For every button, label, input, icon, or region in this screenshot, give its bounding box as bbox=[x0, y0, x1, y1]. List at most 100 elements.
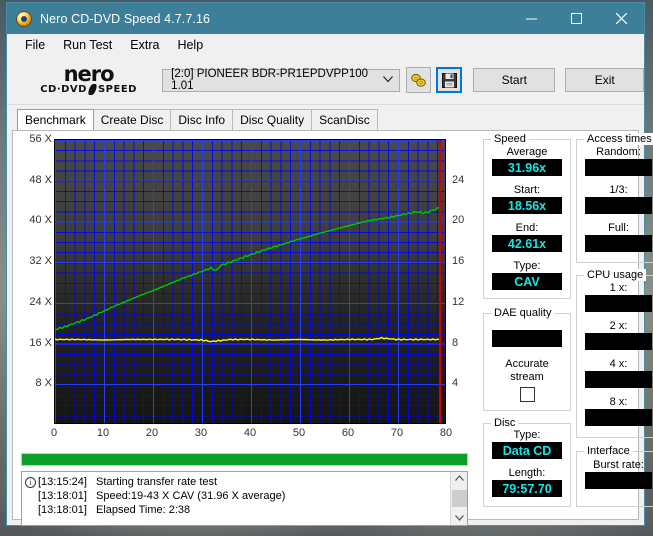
dae-quality-value bbox=[492, 330, 562, 347]
y-axis-tick-label: 8 X bbox=[35, 377, 52, 390]
menu-bar: File Run Test Extra Help bbox=[7, 34, 644, 56]
y2-axis-tick-label: 20 bbox=[452, 214, 465, 227]
log-line: [13:15:24] Starting transfer rate test bbox=[25, 475, 450, 490]
x-axis-tick-label: 70 bbox=[390, 427, 404, 439]
scroll-up-icon[interactable] bbox=[454, 474, 464, 483]
speed-type-label: Type: bbox=[513, 260, 541, 272]
cpu-8x-value bbox=[585, 409, 652, 426]
disc-type-label: Type: bbox=[513, 429, 541, 441]
y-axis-tick-label: 32 X bbox=[29, 255, 52, 268]
access-third-value bbox=[585, 197, 652, 214]
log-lines: [13:15:24] Starting transfer rate test [… bbox=[22, 472, 450, 525]
y2-axis-tick-label: 8 bbox=[452, 336, 459, 349]
end-of-disc-marker bbox=[438, 140, 441, 423]
speed-type-value: CAV bbox=[492, 273, 562, 290]
maximize-button[interactable] bbox=[554, 3, 599, 34]
speed-start-value: 18.56x bbox=[492, 197, 562, 214]
x-axis-labels: 0 10 20 30 40 50 60 70 80 bbox=[50, 427, 452, 445]
x-axis-tick-label: 30 bbox=[194, 427, 208, 439]
progress-bar-fill bbox=[22, 454, 467, 465]
access-times-title: Access times bbox=[584, 133, 653, 145]
scrollbar-thumb[interactable] bbox=[451, 490, 467, 507]
speed-average-label: Average bbox=[506, 146, 548, 158]
tab-scandisc[interactable]: ScanDisc bbox=[311, 109, 378, 130]
tab-benchmark[interactable]: Benchmark bbox=[17, 109, 94, 130]
disc-length-label: Length: bbox=[508, 467, 546, 479]
save-floppy-icon bbox=[441, 72, 457, 88]
disc-group: Disc Type: Data CD Length: 79:57.70 bbox=[483, 417, 571, 507]
drive-select[interactable]: [2:0] PIONEER BDR-PR1EPDVPP100 1.01 bbox=[162, 68, 400, 92]
exit-button[interactable]: Exit bbox=[565, 68, 645, 92]
access-third-label: 1/3: bbox=[609, 184, 628, 196]
chevron-down-icon bbox=[382, 75, 393, 86]
x-axis-tick-label: 0 bbox=[50, 427, 58, 439]
y2-axis-tick-label: 4 bbox=[452, 377, 459, 390]
log-time: [13:18:01] bbox=[38, 490, 87, 502]
accurate-stream-checkbox[interactable] bbox=[519, 387, 535, 402]
menu-item-file[interactable]: File bbox=[16, 36, 54, 54]
speed-group: Speed Average 31.96x Start: 18.56x End: … bbox=[483, 133, 571, 299]
y-axis-tick-label: 24 X bbox=[29, 295, 52, 308]
x-axis-tick-label: 50 bbox=[292, 427, 306, 439]
benchmark-chart: 8 X 16 X 24 X 32 X 40 X 48 X 56 X 4 8 12 16 20 24 0… bbox=[19, 133, 479, 451]
close-button[interactable] bbox=[599, 3, 644, 34]
minimize-button[interactable] bbox=[509, 3, 554, 34]
cpu-usage-group: CPU usage 1 x: 2 x: 4 x: 8 x: bbox=[576, 269, 653, 438]
logo-brand: nero bbox=[63, 61, 115, 86]
tab-create-disc[interactable]: Create Disc bbox=[92, 109, 172, 130]
y-axis-tick-label: 56 X bbox=[29, 133, 52, 145]
log-text: Elapsed Time: 2:38 bbox=[96, 504, 191, 516]
burst-rate-label: Burst rate: bbox=[593, 459, 644, 471]
speed-group-title: Speed bbox=[491, 133, 529, 145]
maximize-icon bbox=[571, 13, 582, 24]
eject-disc-button[interactable] bbox=[405, 67, 432, 93]
window-title: Nero CD-DVD Speed 4.7.7.16 bbox=[40, 11, 211, 26]
menu-item-extra[interactable]: Extra bbox=[121, 36, 168, 54]
log-panel[interactable]: [13:15:24] Starting transfer rate test [… bbox=[21, 471, 468, 526]
burst-rate-value bbox=[585, 472, 652, 489]
log-scrollbar[interactable] bbox=[450, 472, 467, 525]
save-button[interactable] bbox=[436, 67, 463, 93]
tab-disc-quality[interactable]: Disc Quality bbox=[232, 109, 313, 130]
access-random-value bbox=[585, 159, 652, 176]
logo-right-text: SPEED bbox=[97, 83, 137, 95]
disc-slash-icon bbox=[87, 84, 98, 95]
nero-logo: nero CD·DVD SPEED bbox=[15, 61, 162, 96]
toolbar: nero CD·DVD SPEED [2:0] PIONEER BDR-PR1E… bbox=[7, 56, 645, 105]
dae-quality-title: DAE quality bbox=[491, 307, 555, 319]
cpu-4x-value bbox=[585, 371, 652, 388]
log-line: [13:18:01] Speed:19-43 X CAV (31.96 X av… bbox=[25, 489, 450, 503]
scroll-down-icon[interactable] bbox=[454, 514, 464, 523]
drive-select-value: [2:0] PIONEER BDR-PR1EPDVPP100 1.01 bbox=[171, 68, 369, 92]
tab-disc-info[interactable]: Disc Info bbox=[170, 109, 234, 130]
x-axis-tick-label: 40 bbox=[243, 427, 257, 439]
benchmark-panel: 8 X 16 X 24 X 32 X 40 X 48 X 56 X 4 8 12 16 20 24 0… bbox=[12, 130, 653, 526]
accurate-stream-label-line1: Accurate bbox=[505, 358, 549, 370]
menu-item-help[interactable]: Help bbox=[168, 36, 212, 54]
logo-left-text: CD·DVD bbox=[40, 83, 87, 95]
y2-axis-tick-label: 16 bbox=[452, 255, 465, 268]
access-random-label: Random: bbox=[596, 146, 641, 158]
application-window: Nero CD-DVD Speed 4.7.7.16 File Run Test… bbox=[6, 2, 653, 526]
nero-app-icon bbox=[16, 10, 32, 27]
log-time: [13:18:01] bbox=[38, 504, 87, 516]
x-axis-tick-label: 60 bbox=[341, 427, 355, 439]
chart-series-line bbox=[55, 207, 441, 331]
chart-plot-area bbox=[54, 139, 446, 424]
disc-type-value: Data CD bbox=[492, 442, 562, 459]
close-icon bbox=[616, 13, 627, 24]
speed-average-value: 31.96x bbox=[492, 159, 562, 176]
y2-axis-tick-label: 24 bbox=[452, 173, 465, 186]
access-times-group: Access times Random: 1/3: Full: bbox=[576, 133, 653, 263]
x-axis-tick-label: 10 bbox=[96, 427, 110, 439]
y-axis-tick-label: 16 X bbox=[29, 336, 52, 349]
window-controls bbox=[509, 3, 644, 34]
speed-start-label: Start: bbox=[513, 184, 541, 196]
interface-title: Interface bbox=[584, 445, 633, 457]
disc-length-value: 79:57.70 bbox=[492, 480, 562, 497]
chart-series-line bbox=[55, 336, 441, 343]
title-bar: Nero CD-DVD Speed 4.7.7.16 bbox=[7, 3, 644, 34]
start-button[interactable]: Start bbox=[473, 68, 556, 92]
cpu-1x-value bbox=[585, 295, 652, 312]
menu-item-run-test[interactable]: Run Test bbox=[54, 36, 121, 54]
